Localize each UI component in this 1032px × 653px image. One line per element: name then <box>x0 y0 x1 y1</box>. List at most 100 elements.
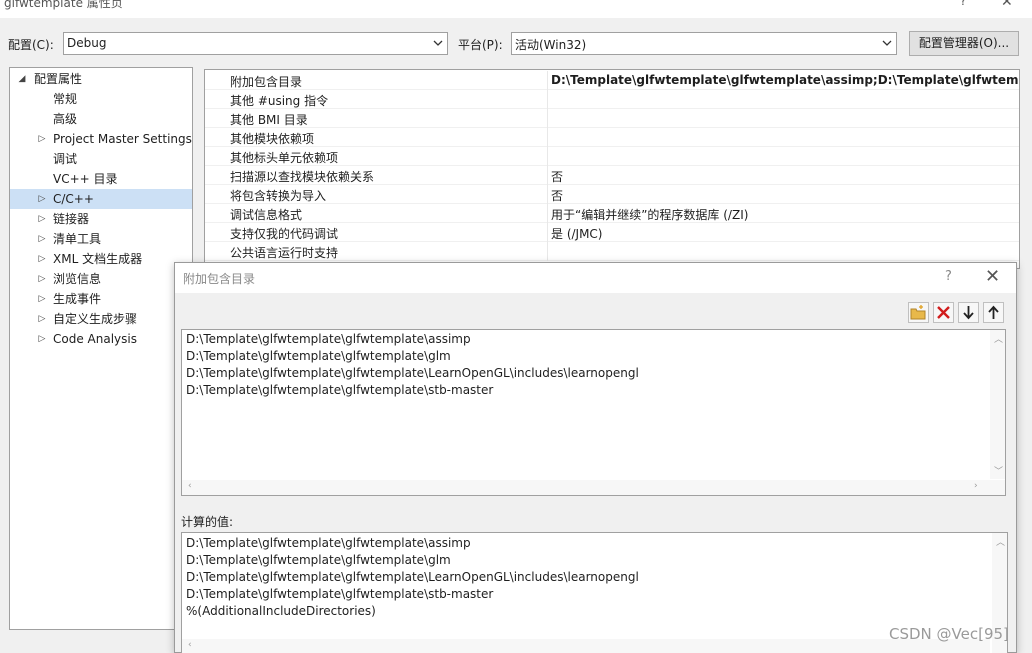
config-manager-button[interactable]: 配置管理器(O)... <box>909 31 1019 56</box>
chevron-down-icon <box>433 40 443 46</box>
scroll-left-icon[interactable]: ‹ <box>188 640 192 650</box>
grid-row-scan-sources[interactable]: 扫描源以查找模块依赖关系 否 <box>205 166 1019 185</box>
tree-item-label: 浏览信息 <box>53 272 102 286</box>
expand-icon[interactable]: ▷ <box>37 269 47 289</box>
grid-row-value: 是 (/JMC) <box>551 227 603 241</box>
help-icon[interactable]: ? <box>960 0 966 8</box>
config-dropdown[interactable]: Debug <box>63 32 448 55</box>
expand-icon[interactable]: ▷ <box>37 129 47 149</box>
tree-item-label: 调试 <box>53 152 78 166</box>
tree-item-label: 配置属性 <box>34 72 83 86</box>
config-label: 配置(C): <box>8 38 54 52</box>
grid-row-value: 用于“编辑并继续”的程序数据库 (/ZI) <box>551 208 749 222</box>
scroll-up-icon[interactable]: ︿ <box>994 332 1003 345</box>
tree-item-code-analysis[interactable]: ▷ Code Analysis <box>10 329 192 349</box>
computed-value-line: D:\Template\glfwtemplate\glfwtemplate\gl… <box>186 553 451 567</box>
tree-item-general[interactable]: 常规 <box>10 89 192 109</box>
close-icon[interactable]: ✕ <box>985 266 1000 287</box>
property-tree: ◢ 配置属性 常规 高级 ▷ Project Master Settings 调… <box>9 67 193 630</box>
close-icon[interactable]: ✕ <box>1001 0 1013 10</box>
move-up-icon <box>988 305 999 319</box>
expand-icon[interactable]: ▷ <box>37 289 47 309</box>
computed-values-box: D:\Template\glfwtemplate\glfwtemplate\as… <box>181 532 1008 653</box>
help-icon[interactable]: ? <box>945 269 952 284</box>
expand-icon[interactable]: ▷ <box>37 229 47 249</box>
platform-dropdown-value: 活动(Win32) <box>515 38 587 52</box>
tree-item-browse-info[interactable]: ▷ 浏览信息 <box>10 269 192 289</box>
tree-item-label: 生成事件 <box>53 292 102 306</box>
grid-row-using-directives[interactable]: 其他 #using 指令 <box>205 90 1019 109</box>
tree-item-project-master-settings[interactable]: ▷ Project Master Settings <box>10 129 192 149</box>
expand-icon[interactable]: ▷ <box>37 189 47 209</box>
computed-values-label: 计算的值: <box>181 515 234 529</box>
scroll-up-icon[interactable]: ︿ <box>996 535 1005 548</box>
grid-column-divider <box>547 128 548 147</box>
grid-column-divider <box>547 166 548 185</box>
tree-item-label: VC++ 目录 <box>53 172 118 186</box>
expand-icon[interactable]: ▷ <box>37 329 47 349</box>
grid-row-translate-includes[interactable]: 将包含转换为导入 否 <box>205 185 1019 204</box>
vertical-scrollbar[interactable]: ︿ ﹀ <box>990 330 1005 479</box>
delete-icon <box>937 306 950 319</box>
list-item[interactable]: D:\Template\glfwtemplate\glfwtemplate\Le… <box>186 366 639 380</box>
list-item[interactable]: D:\Template\glfwtemplate\glfwtemplate\st… <box>186 383 493 397</box>
move-down-button[interactable] <box>958 302 979 323</box>
tree-item-config-properties[interactable]: ◢ 配置属性 <box>10 69 192 89</box>
tree-item-debugging[interactable]: 调试 <box>10 149 192 169</box>
grid-row-name: 扫描源以查找模块依赖关系 <box>230 170 375 184</box>
scroll-right-icon[interactable]: › <box>974 481 978 491</box>
new-line-button[interactable] <box>908 302 929 323</box>
grid-row-module-deps[interactable]: 其他模块依赖项 <box>205 128 1019 147</box>
grid-row-header-unit-deps[interactable]: 其他标头单元依赖项 <box>205 147 1019 166</box>
tree-item-label: Project Master Settings <box>53 132 192 146</box>
tree-item-xml-doc-generator[interactable]: ▷ XML 文档生成器 <box>10 249 192 269</box>
expand-icon[interactable]: ▷ <box>37 209 47 229</box>
grid-row-additional-include-dirs[interactable]: 附加包含目录 D:\Template\glfwtemplate\glfwtemp… <box>205 71 1019 90</box>
grid-row-name: 支持仅我的代码调试 <box>230 227 339 241</box>
tree-item-build-events[interactable]: ▷ 生成事件 <box>10 289 192 309</box>
grid-row-name: 附加包含目录 <box>230 75 303 89</box>
platform-dropdown[interactable]: 活动(Win32) <box>511 32 897 55</box>
grid-column-divider <box>547 90 548 109</box>
tree-item-linker[interactable]: ▷ 链接器 <box>10 209 192 229</box>
grid-row-value: 否 <box>551 189 564 203</box>
watermark: CSDN @Vec[95] <box>889 625 1009 643</box>
tree-item-label: XML 文档生成器 <box>53 252 143 266</box>
scroll-down-icon[interactable]: ﹀ <box>994 464 1003 477</box>
scroll-left-icon[interactable]: ‹ <box>188 481 192 491</box>
tree-item-custom-build-step[interactable]: ▷ 自定义生成步骤 <box>10 309 192 329</box>
horizontal-scrollbar[interactable]: ‹ › <box>182 480 1005 495</box>
property-grid: 附加包含目录 D:\Template\glfwtemplate\glfwtemp… <box>204 69 1020 269</box>
tree-item-manifest-tool[interactable]: ▷ 清单工具 <box>10 229 192 249</box>
delete-line-button[interactable] <box>933 302 954 323</box>
tree-item-label: 自定义生成步骤 <box>53 312 138 326</box>
grid-row-clr-support[interactable]: 公共语言运行时支持 <box>205 242 1019 261</box>
grid-row-bmi-dirs[interactable]: 其他 BMI 目录 <box>205 109 1019 128</box>
list-item[interactable]: D:\Template\glfwtemplate\glfwtemplate\as… <box>186 332 471 346</box>
computed-value-line: D:\Template\glfwtemplate\glfwtemplate\st… <box>186 587 494 601</box>
grid-row-debug-info-format[interactable]: 调试信息格式 用于“编辑并继续”的程序数据库 (/ZI) <box>205 204 1019 223</box>
tree-item-advanced[interactable]: 高级 <box>10 109 192 129</box>
grid-row-value: 否 <box>551 170 564 184</box>
expand-icon[interactable]: ▷ <box>37 249 47 269</box>
grid-row-name: 将包含转换为导入 <box>230 189 327 203</box>
grid-column-divider <box>547 109 548 128</box>
tree-item-cpp[interactable]: ▷ C/C++ <box>10 189 192 209</box>
window-titlebar: glfwtemplate 属性页 ? ✕ <box>0 0 1032 18</box>
include-dirs-list[interactable]: D:\Template\glfwtemplate\glfwtemplate\as… <box>181 329 1006 496</box>
collapse-icon[interactable]: ◢ <box>17 69 27 89</box>
computed-value-line: D:\Template\glfwtemplate\glfwtemplate\Le… <box>186 570 639 584</box>
grid-column-divider <box>547 223 548 242</box>
computed-value-line: D:\Template\glfwtemplate\glfwtemplate\as… <box>186 536 471 550</box>
horizontal-scrollbar[interactable]: ‹ <box>182 639 990 653</box>
tree-item-vc-directories[interactable]: VC++ 目录 <box>10 169 192 189</box>
grid-column-divider <box>547 71 548 90</box>
tree-item-label: 链接器 <box>53 212 90 226</box>
grid-row-just-my-code[interactable]: 支持仅我的代码调试 是 (/JMC) <box>205 223 1019 242</box>
move-up-button[interactable] <box>983 302 1004 323</box>
expand-icon[interactable]: ▷ <box>37 309 47 329</box>
grid-row-name: 其他标头单元依赖项 <box>230 151 339 165</box>
grid-column-divider <box>547 242 548 261</box>
list-item[interactable]: D:\Template\glfwtemplate\glfwtemplate\gl… <box>186 349 451 363</box>
tree-item-label: 清单工具 <box>53 232 102 246</box>
